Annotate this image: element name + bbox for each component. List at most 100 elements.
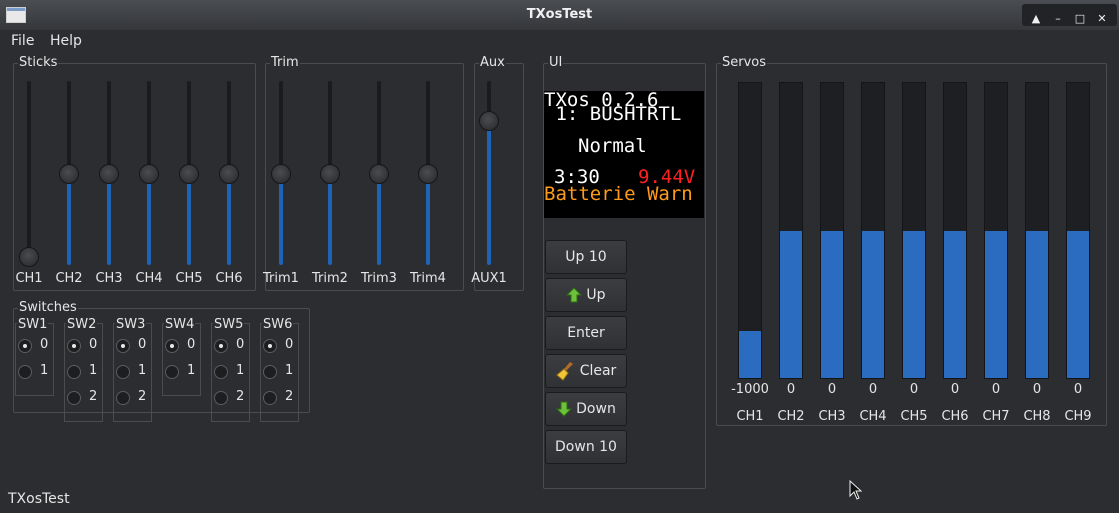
slider-ch3[interactable] [99,81,119,265]
menu-file[interactable]: File [11,33,34,49]
radio-button[interactable] [165,339,179,353]
radio-button[interactable] [116,339,130,353]
radio-label: 2 [138,389,147,404]
down-arrow-icon [556,401,573,417]
slider-handle[interactable] [369,164,389,184]
switch-label: SW3 [115,317,147,332]
button-down[interactable]: Down [545,392,627,426]
minimize-icon[interactable]: – [1048,10,1068,28]
button-up[interactable]: Up [545,278,627,312]
slider-ch6[interactable] [219,81,239,265]
maximize-icon[interactable]: □ [1070,10,1090,28]
radio-label: 1 [40,363,49,378]
radio-label: 0 [89,337,98,352]
radio-button[interactable] [214,339,228,353]
sticks-group-title: Sticks [18,55,59,70]
radio-button[interactable] [263,365,277,379]
lcd-mode: Normal [578,135,647,157]
radio-label: 1 [187,363,196,378]
slider-trim3[interactable] [369,81,389,265]
radio-button[interactable] [67,365,81,379]
slider-label: CH1 [15,271,43,286]
radio-button[interactable] [263,339,277,353]
radio-label: 0 [236,337,245,352]
radio-button[interactable] [263,391,277,405]
slider-label: CH6 [215,271,243,286]
slider-label: Trim2 [312,271,348,286]
servo-bar-ch8 [1025,82,1049,379]
radio-label: 2 [236,389,245,404]
radio-button[interactable] [165,365,179,379]
radio-button[interactable] [214,391,228,405]
servo-bar-ch6 [943,82,967,379]
slider-ch5[interactable] [179,81,199,265]
button-up-10[interactable]: Up 10 [545,240,627,274]
slider-fill [426,173,430,265]
slider-trim2[interactable] [320,81,340,265]
radio-button[interactable] [116,365,130,379]
servo-channel-label: CH2 [777,409,805,424]
button-label: Down 10 [555,439,617,455]
switches-group-title: Switches [18,300,78,315]
window-title: TXosTest [526,7,593,22]
servo-bar-ch1 [738,82,762,379]
button-clear[interactable]: Clear [545,354,627,388]
servo-bar-fill [1067,230,1089,378]
slider-trim4[interactable] [418,81,438,265]
aux-group-title: Aux [479,55,506,70]
broom-icon [555,361,576,381]
radio-button[interactable] [18,365,32,379]
slider-fill [147,173,151,265]
mouse-cursor-icon [849,480,863,500]
slider-handle[interactable] [320,164,340,184]
radio-label: 0 [285,337,294,352]
slider-ch1[interactable] [19,81,39,267]
slider-fill [328,173,332,265]
radio-button[interactable] [116,391,130,405]
servo-channel-label: CH3 [818,409,846,424]
switch-label: SW5 [213,317,245,332]
radio-button[interactable] [67,339,81,353]
radio-button[interactable] [214,365,228,379]
slider-ch2[interactable] [59,81,79,265]
servo-bar-fill [985,230,1007,378]
button-enter[interactable]: Enter [545,316,627,350]
slider-fill [279,173,283,265]
servo-value: 0 [991,382,1001,397]
radio-button[interactable] [18,339,32,353]
switch-label: SW1 [17,317,49,332]
radio-button[interactable] [67,391,81,405]
window-controls: ▲ – □ ✕ [1022,4,1117,26]
slider-aux1[interactable] [479,81,499,265]
ui-group-title: UI [548,55,564,70]
close-icon[interactable]: ✕ [1092,10,1112,28]
servo-bar-ch7 [984,82,1008,379]
button-down-10[interactable]: Down 10 [545,430,627,464]
radio-label: 0 [40,337,49,352]
servo-bar-ch4 [861,82,885,379]
keep-above-icon[interactable]: ▲ [1026,10,1046,28]
button-label: Up [586,287,606,303]
radio-label: 1 [138,363,147,378]
button-label: Up 10 [565,249,607,265]
slider-handle[interactable] [59,164,79,184]
slider-handle[interactable] [219,164,239,184]
slider-handle[interactable] [479,110,499,131]
switch-label: SW6 [262,317,294,332]
slider-ch4[interactable] [139,81,159,265]
slider-fill [67,173,71,265]
title-bar: TXosTest ▲ – □ ✕ [0,0,1119,31]
switch-sw4 [162,323,201,396]
slider-trim1[interactable] [271,81,291,265]
slider-handle[interactable] [99,164,119,184]
servo-bar-fill [739,330,761,378]
servo-bar-ch3 [820,82,844,379]
slider-handle[interactable] [271,164,291,184]
menu-help[interactable]: Help [50,33,82,49]
slider-handle[interactable] [139,164,159,184]
radio-label: 1 [236,363,245,378]
slider-handle[interactable] [19,247,39,267]
slider-handle[interactable] [179,164,199,184]
slider-handle[interactable] [418,164,438,184]
servo-value: 0 [786,382,796,397]
